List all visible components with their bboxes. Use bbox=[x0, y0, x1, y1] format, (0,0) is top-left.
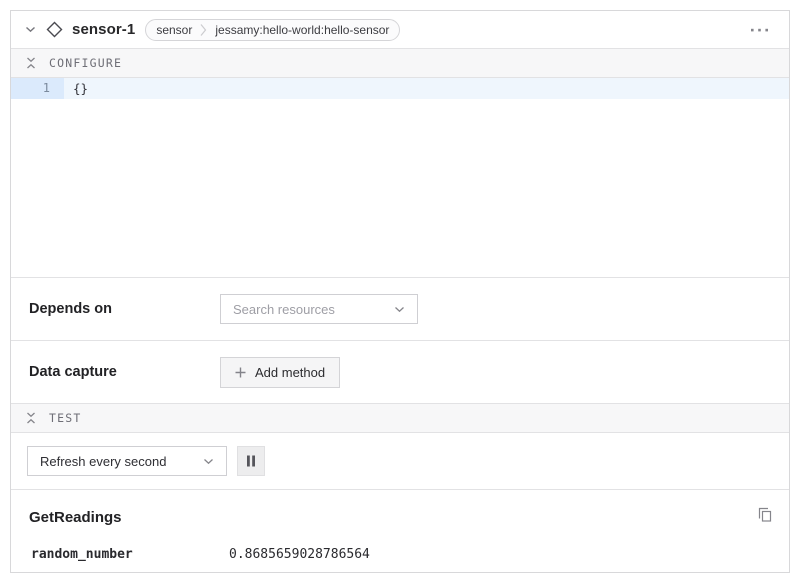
data-capture-label: Data capture bbox=[29, 364, 220, 380]
pause-icon bbox=[246, 455, 256, 467]
collapse-card-chevron-icon[interactable] bbox=[25, 26, 36, 33]
depends-on-placeholder: Search resources bbox=[233, 302, 335, 317]
copy-icon[interactable] bbox=[755, 505, 775, 525]
get-readings-title: GetReadings bbox=[29, 505, 122, 526]
resource-card-header: sensor-1 sensor jessamy:hello-world:hell… bbox=[11, 11, 789, 48]
more-options-icon[interactable] bbox=[747, 24, 773, 36]
test-section-header: TEST bbox=[11, 403, 789, 433]
refresh-rate-value: Refresh every second bbox=[40, 454, 166, 469]
resource-model-label: jessamy:hello-world:hello-sensor bbox=[215, 23, 389, 37]
data-capture-row: Data capture Add method bbox=[11, 340, 789, 403]
configure-collapse-icon[interactable] bbox=[26, 57, 36, 69]
reading-value: 0.8685659028786564 bbox=[229, 547, 370, 562]
resource-card: sensor-1 sensor jessamy:hello-world:hell… bbox=[10, 10, 790, 573]
test-section-label: TEST bbox=[49, 411, 82, 425]
editor-active-line[interactable]: 1 {} bbox=[11, 78, 789, 99]
configure-section-header: CONFIGURE bbox=[11, 48, 789, 78]
test-controls-row: Refresh every second bbox=[11, 433, 789, 489]
chevron-right-icon bbox=[200, 23, 207, 37]
resource-type-model-chip: sensor jessamy:hello-world:hello-sensor bbox=[145, 19, 400, 41]
resource-type-label: sensor bbox=[156, 23, 192, 37]
refresh-rate-select[interactable]: Refresh every second bbox=[27, 446, 227, 476]
chevron-down-icon bbox=[203, 458, 214, 465]
configure-section-label: CONFIGURE bbox=[49, 56, 122, 70]
editor-line-number: 1 bbox=[11, 78, 64, 99]
reading-key: random_number bbox=[29, 547, 229, 562]
sensor-type-diamond-icon bbox=[46, 21, 63, 38]
plus-icon bbox=[235, 367, 246, 378]
editor-code-content[interactable]: {} bbox=[64, 78, 88, 99]
test-collapse-icon[interactable] bbox=[26, 412, 36, 424]
depends-on-select[interactable]: Search resources bbox=[220, 294, 418, 324]
depends-on-row: Depends on Search resources bbox=[11, 277, 789, 340]
configure-json-editor[interactable]: 1 {} bbox=[11, 78, 789, 277]
chevron-down-icon bbox=[394, 306, 405, 313]
pause-refresh-button[interactable] bbox=[237, 446, 265, 476]
add-method-label: Add method bbox=[255, 365, 325, 380]
get-readings-panel: GetReadings random_number 0.868565902878… bbox=[11, 489, 789, 572]
add-method-button[interactable]: Add method bbox=[220, 357, 340, 388]
reading-row: random_number 0.8685659028786564 bbox=[29, 547, 775, 562]
resource-title: sensor-1 bbox=[72, 21, 135, 38]
depends-on-label: Depends on bbox=[29, 301, 220, 317]
